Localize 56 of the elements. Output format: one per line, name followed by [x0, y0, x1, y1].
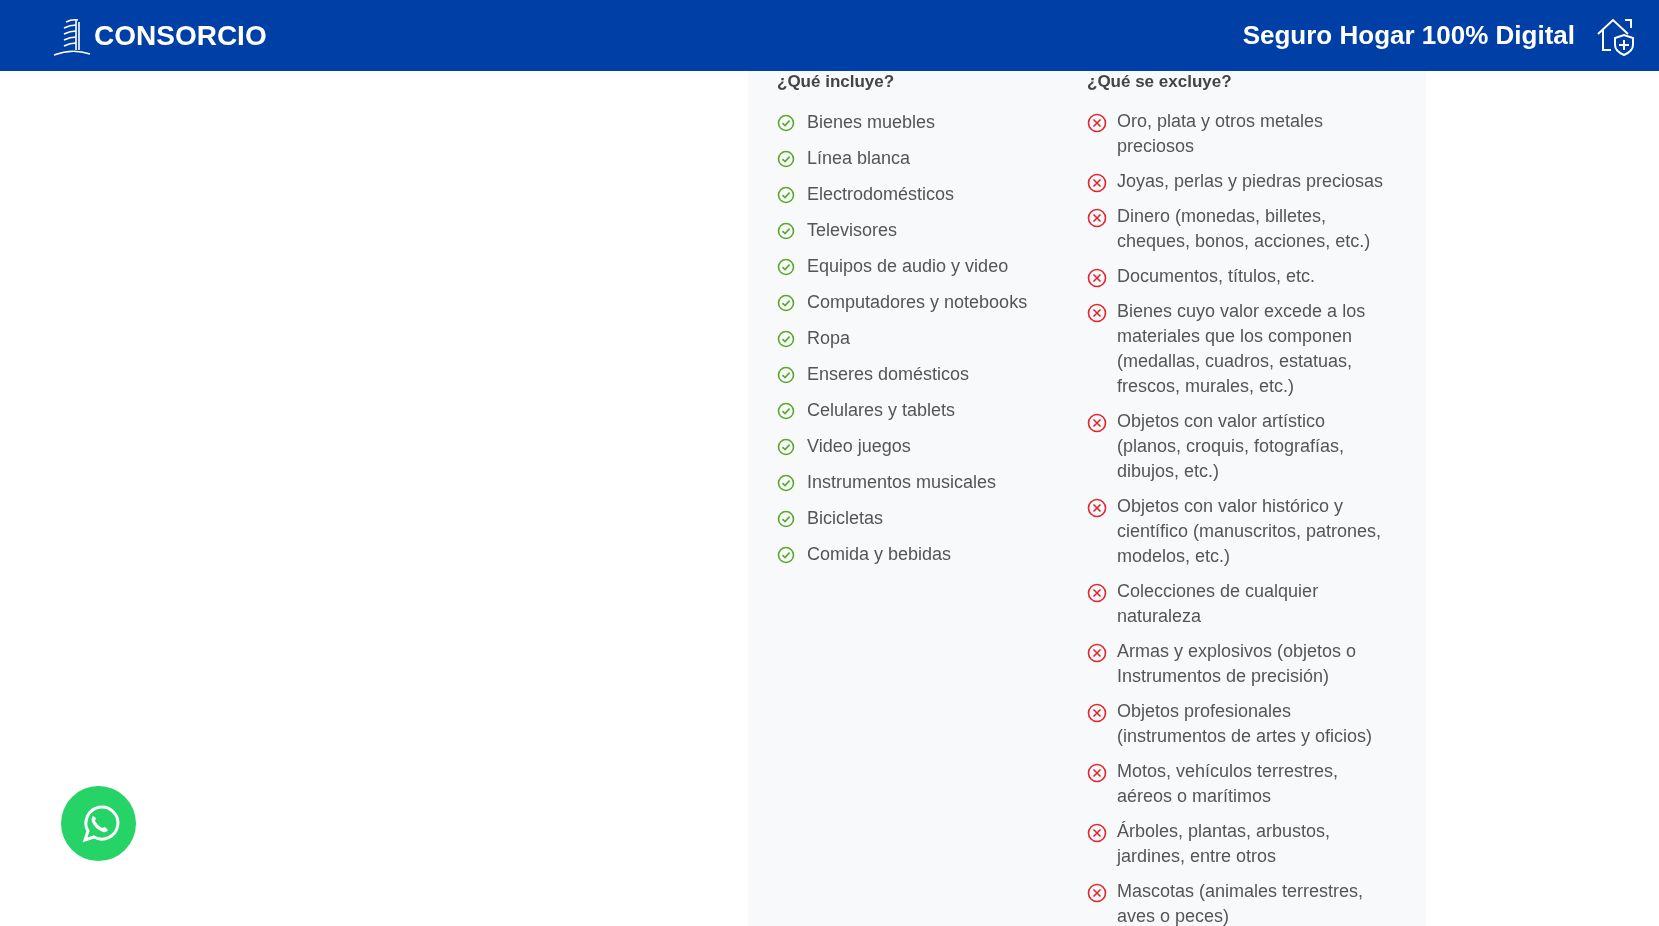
x-circle-icon	[1087, 413, 1107, 433]
excluded-item: Árboles, plantas, arbustos, jardines, entre otros	[1117, 820, 1332, 868]
included-item: Celulares y tablets	[807, 399, 956, 422]
check-circle-icon	[777, 114, 795, 132]
excluded-item: Colecciones de cualquier naturaleza	[1117, 580, 1320, 628]
column-heading: ¿Qué se excluye?	[1087, 71, 1233, 93]
check-circle-icon	[777, 150, 795, 168]
included-item: Bienes muebles	[807, 111, 936, 134]
x-circle-icon	[1087, 173, 1107, 193]
included-item: Instrumentos musicales	[807, 471, 997, 494]
excluded-item: Joyas, perlas y piedras preciosas	[1117, 170, 1385, 193]
check-circle-icon	[777, 474, 795, 492]
included-item: Enseres domésticos	[807, 363, 970, 386]
excluded-item: Objetos con valor histórico y científico (manuscritos, patrones, modelos, etc.)	[1117, 495, 1383, 568]
page-title: Seguro Hogar 100% Digital	[1242, 20, 1575, 51]
x-circle-icon	[1087, 763, 1107, 783]
included-item: Equipos de audio y video	[807, 255, 1009, 278]
x-circle-icon	[1087, 703, 1107, 723]
check-circle-icon	[777, 438, 795, 456]
included-item: Bicicletas	[807, 507, 884, 530]
included-item: Ropa	[807, 327, 851, 350]
x-circle-icon	[1087, 643, 1107, 663]
x-circle-icon	[1087, 208, 1107, 228]
excluded-item: Oro, plata y otros metales preciosos	[1117, 110, 1325, 158]
included-item: Línea blanca	[807, 147, 911, 170]
excluded-item: Dinero (monedas, billetes, cheques, bonos, acciones, etc.)	[1117, 205, 1372, 253]
check-circle-icon	[777, 366, 795, 384]
brand-name: CONSORCIO	[94, 19, 267, 52]
check-circle-icon	[777, 546, 795, 564]
excluded-item: Mascotas (animales terrestres, aves o peces)	[1117, 880, 1365, 926]
excluded-item: Objetos profesionales (instrumentos de artes y oficios)	[1117, 700, 1374, 748]
excluded-item: Documentos, títulos, etc.	[1117, 265, 1317, 288]
excluded-item: Motos, vehículos terrestres, aéreos o marítimos	[1117, 760, 1340, 808]
included-item: Electrodomésticos	[807, 183, 955, 206]
check-circle-icon	[777, 402, 795, 420]
excluded-item: Bienes cuyo valor excede a los materiales que los componen (medallas, cuadros, estatuas, frescos, murales, etc.)	[1117, 300, 1367, 398]
x-circle-icon	[1087, 498, 1107, 518]
check-circle-icon	[777, 510, 795, 528]
column-heading: ¿Qué incluye?	[777, 71, 896, 93]
excluded-item: Objetos con valor artístico (planos, croquis, fotografías, dibujos, etc.)	[1117, 410, 1346, 483]
check-circle-icon	[777, 330, 795, 348]
x-circle-icon	[1087, 303, 1107, 323]
x-circle-icon	[1087, 823, 1107, 843]
included-item: Televisores	[807, 219, 898, 242]
x-circle-icon	[1087, 113, 1107, 133]
excluded-item: Armas y explosivos (objetos o Instrumentos de precisión)	[1117, 640, 1358, 688]
check-circle-icon	[777, 222, 795, 240]
included-item: Computadores y notebooks	[807, 291, 1028, 314]
x-circle-icon	[1087, 268, 1107, 288]
x-circle-icon	[1087, 883, 1107, 903]
included-item: Comida y bebidas	[807, 543, 952, 566]
check-circle-icon	[777, 186, 795, 204]
x-circle-icon	[1087, 583, 1107, 603]
included-item: Video juegos	[807, 435, 911, 458]
check-circle-icon	[777, 258, 795, 276]
check-circle-icon	[777, 294, 795, 312]
